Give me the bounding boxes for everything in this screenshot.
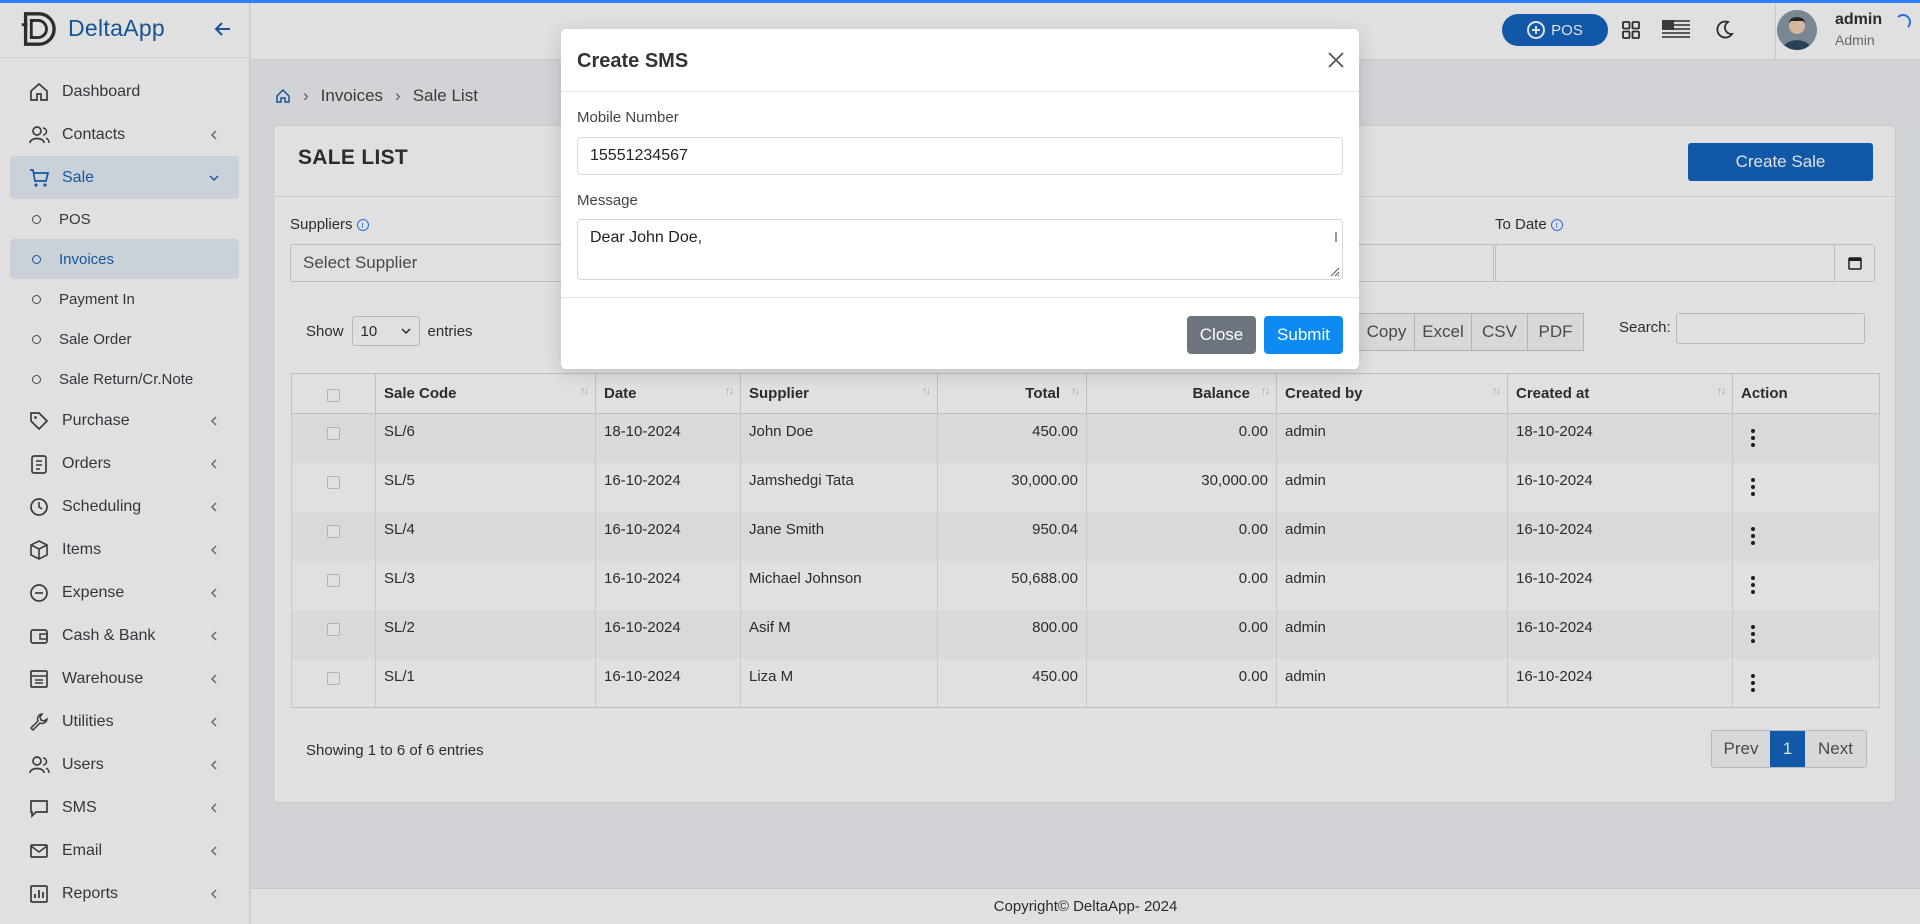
mobile-number-input[interactable]: 15551234567	[577, 137, 1343, 175]
page-load-progress	[0, 0, 1920, 3]
message-textarea[interactable]: Dear John Doe,	[577, 219, 1343, 280]
submit-button[interactable]: Submit	[1264, 316, 1343, 354]
create-sms-modal: Create SMS Mobile Number 15551234567 Mes…	[561, 29, 1359, 369]
close-icon[interactable]	[1327, 51, 1345, 69]
message-value: Dear John Doe,	[590, 229, 703, 246]
mobile-number-value: 15551234567	[590, 147, 688, 164]
close-button[interactable]: Close	[1187, 316, 1256, 354]
modal-footer-divider	[561, 297, 1359, 298]
resize-grip-icon[interactable]	[1328, 265, 1340, 277]
modal-header-divider	[561, 91, 1359, 92]
message-label: Message	[577, 192, 638, 209]
mobile-number-label: Mobile Number	[577, 109, 679, 126]
textarea-scrollbar[interactable]	[1335, 232, 1337, 242]
modal-title: Create SMS	[577, 50, 689, 72]
